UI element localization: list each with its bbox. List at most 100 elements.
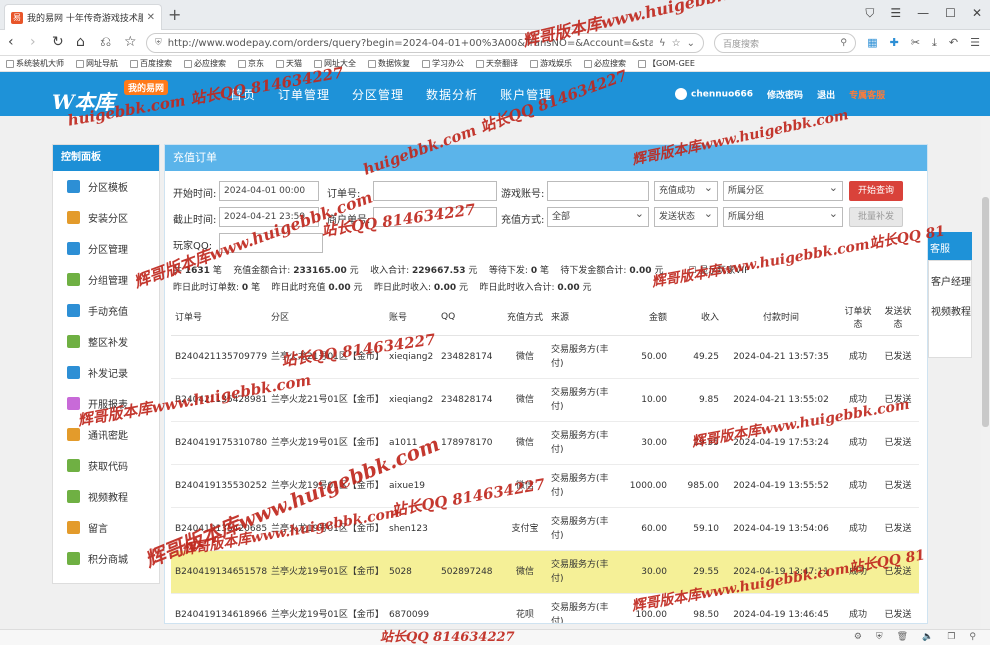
table-cell[interactable]: 成功 [839,507,877,551]
table-row[interactable]: B240419134618966 兰亭火龙19号01区【金币】 6870099 花呗交… [171,593,919,623]
table-row[interactable]: B240419135530252 兰亭火龙19号01区【金币】 aixue19 微信交… [171,464,919,508]
batch-resend-button[interactable]: 批量补发 [849,207,903,227]
sidebar-item[interactable]: 开服报表 [53,388,159,419]
table-header[interactable]: 订单状态 [839,299,877,336]
sidebar-item[interactable]: 整区补发 [53,326,159,357]
order-no-input[interactable] [373,181,497,201]
table-row[interactable]: B240419175310780 兰亭火龙19号01区【金币】 a1011 17897… [171,421,919,465]
nav-analytics[interactable]: 数据分析 [426,86,478,103]
browser-tab[interactable]: 易 我的易网 十年传奇游戏技术服务 ✕ [4,4,162,30]
search-input[interactable]: 百度搜索 ⚲ [714,33,856,53]
nav-orders[interactable]: 订单管理 [278,86,330,103]
end-time-input[interactable]: 2024-04-21 23:59 [219,207,319,227]
sidebar-item[interactable]: 分区管理 [53,233,159,264]
table-header[interactable]: 金额 [625,299,671,336]
more-icon[interactable]: ☰ [970,36,980,50]
table-cell[interactable]: 成功 [839,378,877,422]
table-cell[interactable]: 成功 [839,335,877,379]
show-vip-toggle[interactable]: ☐ 显示玩家VIP [688,266,749,276]
sidebar-item[interactable]: 分组管理 [53,264,159,295]
new-tab-plus-icon[interactable]: + [168,5,181,24]
nav-home[interactable]: 首页 [230,86,256,103]
table-cell[interactable]: 成功 [839,464,877,508]
minimize-icon[interactable]: — [917,6,929,21]
table-cell[interactable]: 成功 [839,550,877,594]
shield-status-icon[interactable]: ⛨ [876,632,883,642]
menu-icon[interactable]: ☰ [890,6,901,21]
start-time-input[interactable]: 2024-04-01 00:00 [219,181,319,201]
table-row[interactable]: B240421135709779 兰亭火龙21号01区【金币】 xieqiang2 2… [171,335,919,379]
table-row[interactable]: B240419135420685 兰亭火龙19号01区【金币】 shen123 支付宝… [171,507,919,551]
sidebar-item[interactable]: 获取代码 [53,450,159,481]
bookmark-item[interactable]: 必应搜索 [584,58,626,69]
lightning-icon[interactable]: ϟ [659,38,666,49]
url-input[interactable]: ⛨ http://www.wodepay.com/orders/query?be… [146,33,704,53]
download-icon[interactable]: ⤓ [932,36,937,50]
table-header[interactable]: 来源 [547,299,625,336]
status-select[interactable]: 充值成功 [654,181,718,201]
send-status-select[interactable]: 发送状态 [654,207,718,227]
nav-zones[interactable]: 分区管理 [352,86,404,103]
maximize-icon[interactable]: ☐ [945,6,956,21]
recharge-method-select[interactable]: 全部 [547,207,649,227]
search-button[interactable]: 开始查询 [849,181,903,201]
refresh-icon[interactable]: ↻ [52,34,64,50]
shirt-icon[interactable]: ⛉ [865,6,874,21]
bookmark-item[interactable]: 学习办公 [422,58,464,69]
float-item-manager[interactable]: 客户经理 [931,273,971,288]
table-header[interactable]: QQ [437,299,503,336]
nav-account[interactable]: 账户管理 [500,86,552,103]
bookmark-item[interactable]: 网址导航 [76,58,118,69]
table-header[interactable]: 发送状态 [877,299,919,336]
bookmark-item[interactable]: 【GOM-GEE [638,58,695,69]
bookmark-star-icon[interactable]: ☆ [124,34,137,50]
float-item-video[interactable]: 视频教程 [931,303,971,318]
bookmark-item[interactable]: 游戏娱乐 [530,58,572,69]
chevron-down-icon[interactable]: ⌄ [687,38,695,49]
table-header[interactable]: 账号 [385,299,437,336]
extension-icon[interactable]: ✚ [890,36,899,50]
table-cell[interactable]: 成功 [839,421,877,465]
bookmark-item[interactable]: 百度搜索 [130,58,172,69]
sidebar-item[interactable]: 留言 [53,512,159,543]
speed-icon[interactable]: ⚙ [854,632,862,642]
sound-icon[interactable]: 🔈 [922,632,933,642]
sidebar-item[interactable]: 通讯密匙 [53,419,159,450]
back-icon[interactable]: ‹ [8,34,14,50]
bookmark-item[interactable]: 天奈翻译 [476,58,518,69]
bookmark-item[interactable]: 网址大全 [314,58,356,69]
table-header[interactable]: 充值方式 [503,299,547,336]
bookmark-item[interactable]: 数据恢复 [368,58,410,69]
history-icon[interactable]: ⎌ [100,34,111,50]
game-account-input[interactable] [547,181,649,201]
group-select[interactable]: 所属分组 [723,207,843,227]
zone-select[interactable]: 所属分区 [723,181,843,201]
bookmark-item[interactable]: 天猫 [276,58,302,69]
sidebar-item[interactable]: 积分商城 [53,543,159,574]
scroll-thumb[interactable] [982,197,989,427]
table-row[interactable]: B240421135428981 兰亭火龙21号01区【金币】 xieqiang2 2… [171,378,919,422]
forward-icon[interactable]: › [30,34,36,50]
sidebar-item[interactable]: 手动充值 [53,295,159,326]
bookmark-item[interactable]: 京东 [238,58,264,69]
undo-icon[interactable]: ↶ [949,36,958,50]
page-scrollbar[interactable] [981,117,990,629]
table-row[interactable]: B240419134651578 兰亭火龙19号01区【金币】 5028 502897… [171,550,919,594]
table-header[interactable]: 收入 [671,299,723,336]
close-icon[interactable]: ✕ [147,12,155,23]
table-header[interactable]: 订单号 [171,299,267,336]
search-icon[interactable]: ⚲ [840,38,847,48]
sidebar-item[interactable]: 分区模板 [53,171,159,202]
sidebar-item[interactable]: 补发记录 [53,357,159,388]
table-cell[interactable]: 成功 [839,593,877,623]
scissors-icon[interactable]: ✂ [911,36,920,50]
apps-icon[interactable]: ▦ [867,36,877,50]
table-header[interactable]: 付款时间 [723,299,839,336]
close-window-icon[interactable]: ✕ [972,6,982,21]
zoom-icon[interactable]: ⚲ [969,632,976,642]
special-service-link[interactable]: 专属客服 [849,88,885,101]
site-logo[interactable]: W本库 我的易网 [52,78,212,114]
change-password-link[interactable]: 修改密码 [767,88,803,101]
logout-link[interactable]: 退出 [817,88,835,101]
table-header[interactable]: 分区 [267,299,385,336]
